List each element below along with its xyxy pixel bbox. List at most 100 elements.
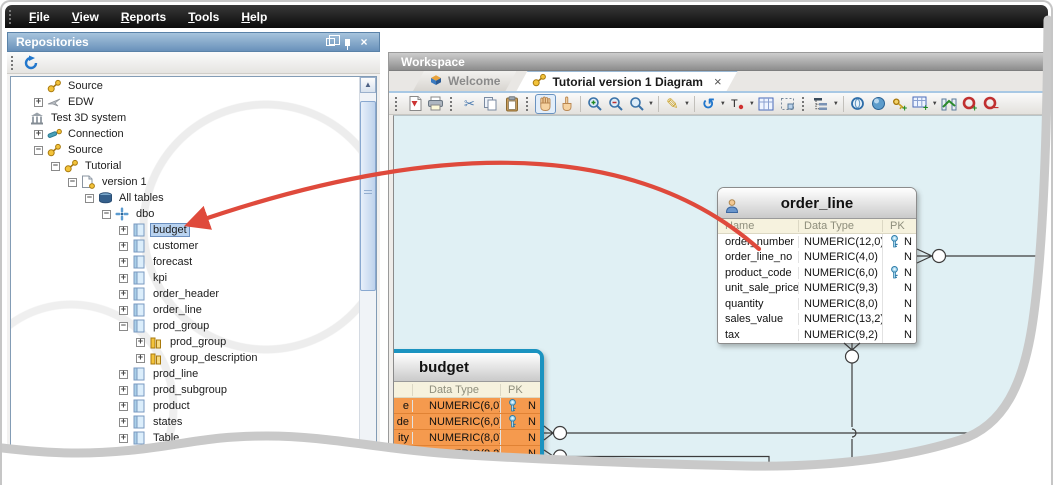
- tab-tutorial-version-1-diagram[interactable]: Tutorial version 1 Diagram ×: [516, 71, 737, 91]
- tree-item-test-3d-system[interactable]: Test 3D system: [13, 110, 358, 126]
- expander-plus-icon[interactable]: +: [119, 401, 128, 411]
- expander-plus-icon[interactable]: +: [119, 433, 128, 443]
- tree-item-all-tables[interactable]: − All tables: [13, 190, 358, 206]
- tree-item-source[interactable]: − Source: [13, 142, 358, 158]
- tree-item-label[interactable]: EDW: [66, 96, 96, 108]
- tree-item-label[interactable]: prod_line: [151, 368, 200, 380]
- tree-item-label[interactable]: product: [151, 400, 192, 412]
- hierarchy-icon[interactable]: [811, 94, 832, 114]
- pointer-hand-icon[interactable]: [556, 94, 577, 114]
- expander-plus-icon[interactable]: +: [119, 305, 128, 315]
- expander-plus-icon[interactable]: +: [136, 353, 145, 363]
- tree-item-label[interactable]: prod_group: [168, 336, 228, 348]
- menu-item-reports[interactable]: Reports: [110, 10, 177, 24]
- pan-hand-icon[interactable]: [535, 93, 556, 114]
- tree-item-order_header[interactable]: + order_header: [13, 286, 358, 302]
- tree-item-label[interactable]: states: [151, 416, 184, 428]
- entity-order_line[interactable]: order_line Name Data Type PK order_number NUM…: [717, 187, 917, 344]
- menu-item-help[interactable]: Help: [230, 10, 278, 24]
- tree-item-forecast[interactable]: + forecast: [13, 254, 358, 270]
- tree-item-label[interactable]: Source: [66, 144, 105, 156]
- tree-item-version-1[interactable]: − version 1: [13, 174, 358, 190]
- zoom-out-icon[interactable]: [605, 94, 626, 114]
- tree-item-label[interactable]: Test 3D system: [49, 112, 128, 124]
- dropdown-arrow-icon[interactable]: ▼: [749, 101, 755, 107]
- entity-budget[interactable]: budget Data Type PK e NUMERIC(6,0) Nde NUMERIC…: [394, 349, 544, 466]
- expander-plus-icon[interactable]: +: [119, 385, 128, 395]
- tree-scrollbar[interactable]: ▲: [359, 77, 376, 459]
- tree-item-source[interactable]: Source: [13, 78, 358, 94]
- copy-icon[interactable]: [480, 94, 501, 114]
- expander-minus-icon[interactable]: −: [102, 209, 111, 219]
- print-icon[interactable]: [425, 94, 446, 114]
- dropdown-arrow-icon[interactable]: ▼: [932, 101, 938, 107]
- float-window-icon[interactable]: [323, 35, 340, 49]
- entity-header[interactable]: order_line: [718, 188, 916, 219]
- tree-item-label[interactable]: order_header: [151, 288, 221, 300]
- expander-plus-icon[interactable]: +: [119, 369, 128, 379]
- expander-minus-icon[interactable]: −: [85, 193, 94, 203]
- expander-plus-icon[interactable]: +: [119, 273, 128, 283]
- entity-row-order_number[interactable]: order_number NUMERIC(12,0) N: [718, 234, 916, 250]
- tree-item-label[interactable]: dbo: [134, 208, 156, 220]
- tree-item-prod_line[interactable]: + prod_line: [13, 366, 358, 382]
- pin-icon[interactable]: [340, 35, 354, 50]
- entity-row-unit_sale_price[interactable]: unit_sale_price NUMERIC(9,3) N: [718, 280, 916, 296]
- entity-row-de[interactable]: de NUMERIC(6,0) N: [394, 414, 540, 430]
- menu-item-tools[interactable]: Tools: [177, 10, 230, 24]
- tree-item-group_description[interactable]: + group_description: [13, 350, 358, 366]
- expander-minus-icon[interactable]: −: [119, 321, 128, 331]
- grid-table-icon[interactable]: [756, 94, 777, 114]
- expander-plus-icon[interactable]: +: [119, 289, 128, 299]
- tree-item-product[interactable]: + product: [13, 398, 358, 414]
- tree-item-table[interactable]: + Table: [13, 430, 358, 446]
- entity-row-quantity[interactable]: quantity NUMERIC(8,0) N: [718, 296, 916, 312]
- tree-item-label[interactable]: prod_subgroup: [151, 384, 229, 396]
- expander-minus-icon[interactable]: −: [68, 177, 77, 187]
- expander-plus-icon[interactable]: +: [119, 225, 128, 235]
- expander-plus-icon[interactable]: +: [34, 129, 43, 139]
- entity-row-sales_value[interactable]: sales_value NUMERIC(13,2) N: [718, 311, 916, 327]
- expander-plus-icon[interactable]: +: [34, 97, 43, 107]
- tree-item-prod_group[interactable]: − prod_group: [13, 318, 358, 334]
- zoom-icon[interactable]: [626, 94, 647, 114]
- text-tool-icon[interactable]: T: [727, 94, 748, 114]
- entity-row-tax[interactable]: tax NUMERIC(9,2) N: [718, 327, 916, 343]
- expander-minus-icon[interactable]: −: [34, 145, 43, 155]
- expander-plus-icon[interactable]: +: [119, 417, 128, 427]
- zoom-in-icon[interactable]: [584, 94, 605, 114]
- circle-add-icon[interactable]: +: [960, 94, 981, 114]
- tree-item-prod_group[interactable]: + prod_group: [13, 334, 358, 350]
- circle-minus-icon[interactable]: −: [981, 94, 1002, 114]
- cut-icon[interactable]: ✂: [459, 94, 480, 114]
- table-add-icon[interactable]: +: [910, 94, 931, 114]
- expander-plus-icon[interactable]: +: [136, 337, 145, 347]
- chart-icon[interactable]: [939, 94, 960, 114]
- expander-minus-icon[interactable]: −: [51, 161, 60, 171]
- entity-row-order_line_no[interactable]: order_line_no NUMERIC(4,0) N: [718, 249, 916, 265]
- dropdown-arrow-icon[interactable]: ▼: [833, 101, 839, 107]
- tab-welcome[interactable]: Welcome: [413, 71, 516, 91]
- tree-item-customer[interactable]: + customer: [13, 238, 358, 254]
- key-add-icon[interactable]: +: [889, 94, 910, 114]
- sphere-icon[interactable]: [868, 94, 889, 114]
- entity-row-e[interactable]: e NUMERIC(6,0) N: [394, 398, 540, 414]
- tree-item-edw[interactable]: + EDW: [13, 94, 358, 110]
- tree-item-label[interactable]: kpi: [151, 272, 169, 284]
- pdf-export-icon[interactable]: [404, 94, 425, 114]
- expander-plus-icon[interactable]: +: [119, 241, 128, 251]
- expander-plus-icon[interactable]: +: [119, 257, 128, 267]
- tree-item-kpi[interactable]: + kpi: [13, 270, 358, 286]
- scrollbar-thumb[interactable]: [360, 101, 376, 291]
- tree-item-states[interactable]: + states: [13, 414, 358, 430]
- tree-item-connection[interactable]: + Connection: [13, 126, 358, 142]
- entity-header[interactable]: budget: [394, 353, 540, 382]
- tree-item-label[interactable]: All tables: [117, 192, 166, 204]
- selection-icon[interactable]: [777, 94, 798, 114]
- tree-item-tutorial[interactable]: − Tutorial: [13, 158, 358, 174]
- menu-item-view[interactable]: View: [61, 10, 110, 24]
- tree-item-budget[interactable]: + budget: [13, 222, 358, 238]
- scroll-up-button[interactable]: ▲: [360, 77, 376, 93]
- tree-item-prod_subgroup[interactable]: + prod_subgroup: [13, 382, 358, 398]
- tree-item-label[interactable]: customer: [151, 240, 200, 252]
